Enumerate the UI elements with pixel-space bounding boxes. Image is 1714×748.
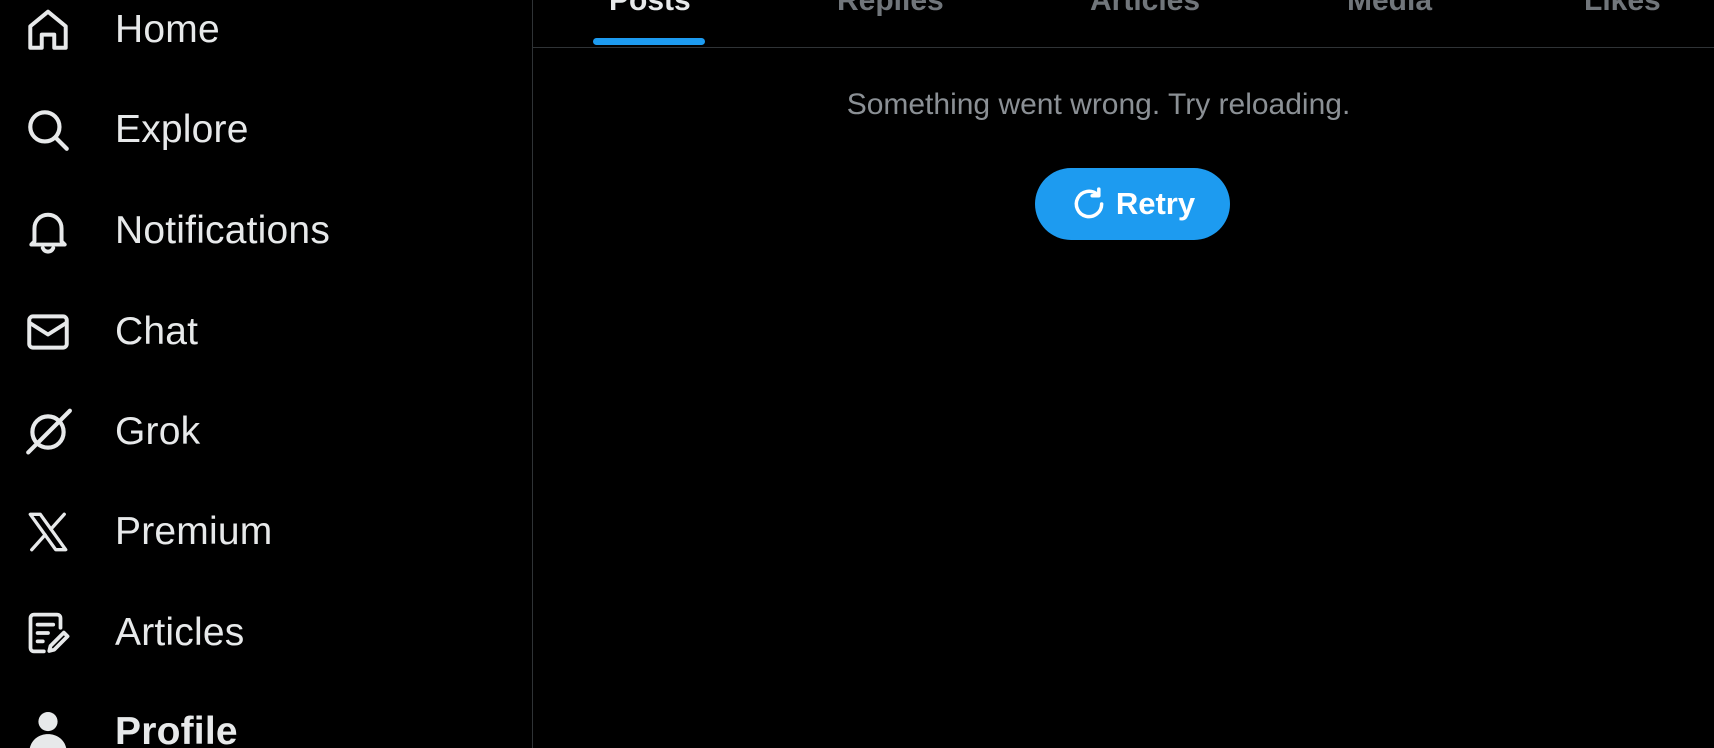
retry-label: Retry: [1115, 186, 1196, 221]
retry-button[interactable]: Retry: [1035, 168, 1230, 240]
home-icon: [22, 4, 74, 56]
tab-articles[interactable]: Articles: [1090, 0, 1200, 18]
sidebar-item-label: Articles: [115, 611, 245, 654]
sidebar-item-label: Grok: [115, 410, 201, 453]
sidebar-item-grok[interactable]: Grok: [0, 392, 480, 472]
search-icon: [22, 104, 74, 156]
sidebar-item-explore[interactable]: Explore: [0, 90, 480, 170]
tab-media[interactable]: Media: [1347, 0, 1432, 18]
refresh-icon: [1070, 185, 1108, 223]
mail-icon: [22, 306, 74, 358]
sidebar-item-profile[interactable]: Profile: [0, 692, 480, 748]
sidebar-item-articles[interactable]: Articles: [0, 593, 480, 673]
active-tab-indicator: [593, 38, 705, 45]
page: Home Explore Notifications Chat Grok Pre…: [0, 0, 1714, 748]
grok-icon: [22, 406, 74, 458]
sidebar-item-label: Notifications: [115, 209, 331, 252]
bell-icon: [22, 205, 74, 257]
tab-likes[interactable]: Likes: [1584, 0, 1661, 18]
sidebar-item-label: Explore: [115, 108, 249, 151]
person-icon: [22, 706, 74, 748]
error-message: Something went wrong. Try reloading.: [846, 88, 1351, 121]
tab-posts[interactable]: Posts: [609, 0, 691, 18]
sidebar-item-label: Premium: [115, 510, 273, 553]
profile-tabs: Posts Replies Articles Media Likes: [533, 0, 1714, 48]
main-column: Posts Replies Articles Media Likes Somet…: [533, 0, 1714, 748]
sidebar-nav: Home Explore Notifications Chat Grok Pre…: [0, 0, 532, 748]
sidebar-item-home[interactable]: Home: [0, 0, 480, 70]
sidebar-item-premium[interactable]: Premium: [0, 492, 480, 572]
sidebar-item-label: Profile: [115, 710, 238, 748]
x-logo-icon: [22, 506, 74, 558]
sidebar-item-chat[interactable]: Chat: [0, 292, 480, 372]
tab-replies[interactable]: Replies: [837, 0, 944, 18]
sidebar-item-label: Chat: [115, 310, 199, 353]
article-edit-icon: [22, 607, 74, 659]
sidebar-item-label: Home: [115, 8, 220, 51]
sidebar-item-notifications[interactable]: Notifications: [0, 191, 480, 271]
